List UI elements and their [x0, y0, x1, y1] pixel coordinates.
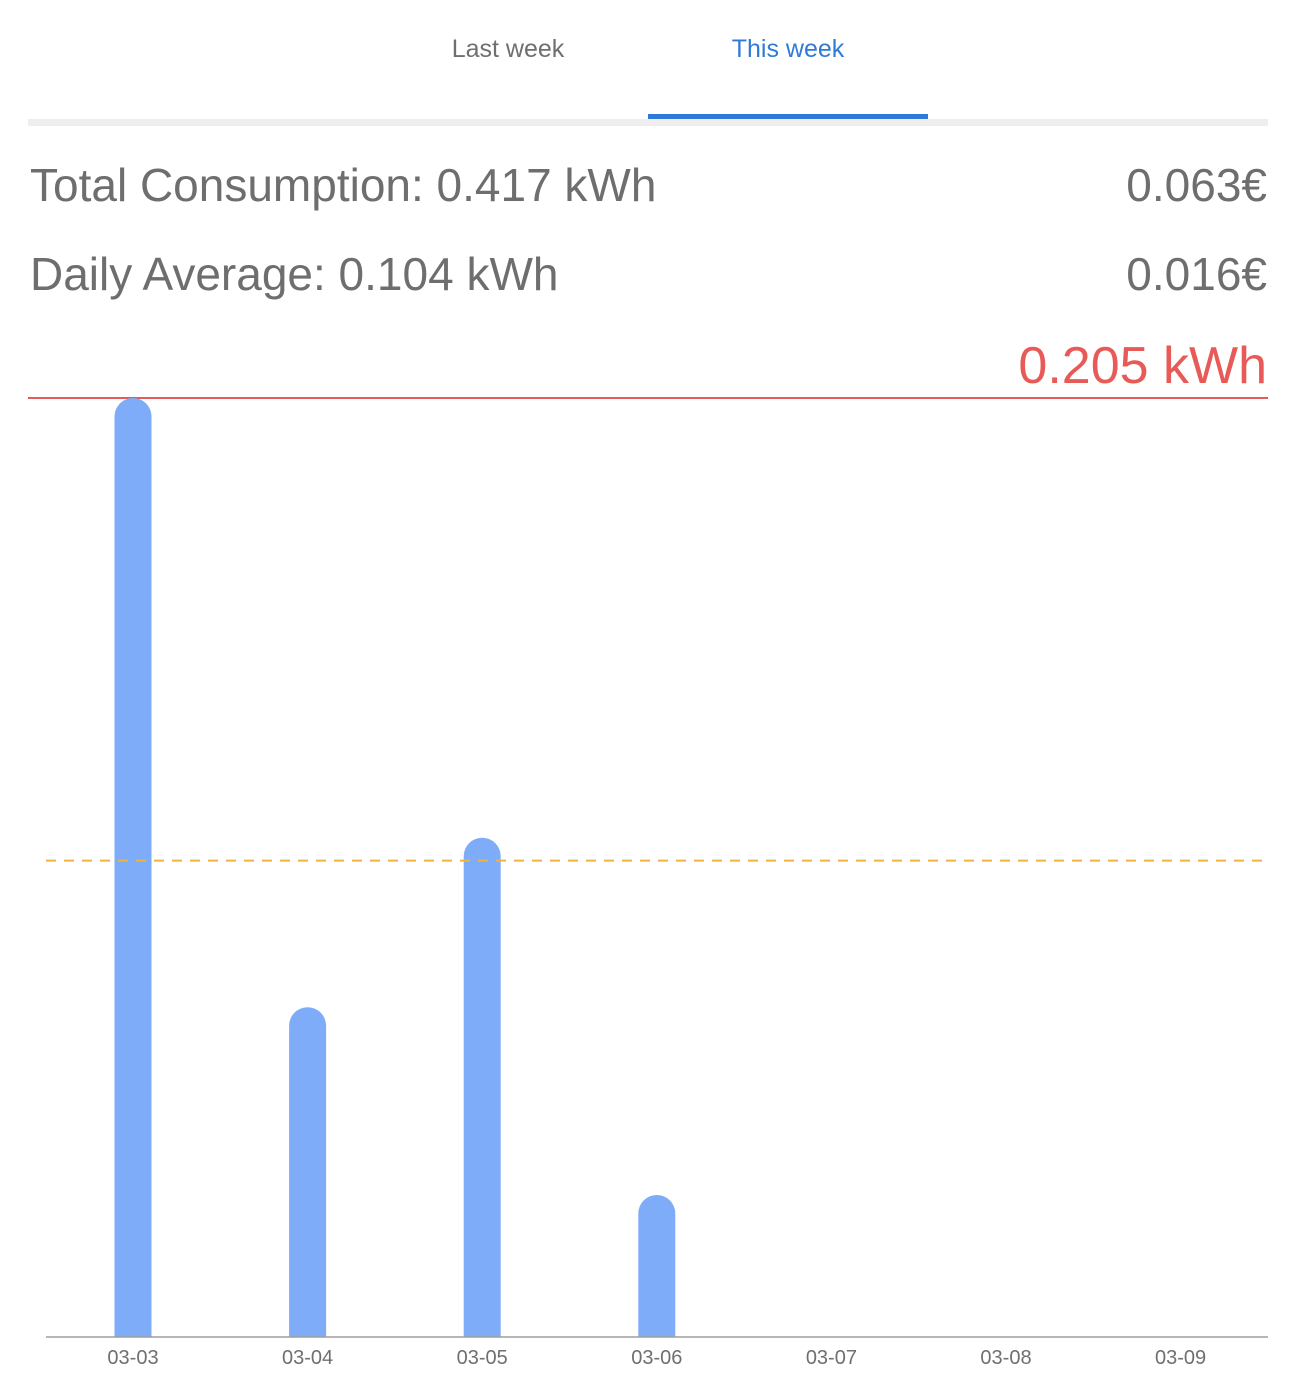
- x-tick-label: 03-07: [806, 1347, 857, 1369]
- x-tick-label: 03-09: [1155, 1347, 1206, 1369]
- x-tick-label: 03-08: [980, 1347, 1031, 1369]
- bar-03-05: [463, 837, 501, 1337]
- x-tick-label: 03-04: [282, 1347, 333, 1369]
- bar-03-03: [114, 398, 152, 1337]
- x-tick-label: 03-06: [631, 1347, 682, 1369]
- x-tick-label: 03-05: [457, 1347, 508, 1369]
- bar-03-04: [289, 1007, 327, 1337]
- consumption-bar-chart: 03-03 03-04 03-05 03-06 03-07 03-08 03-09: [28, 397, 1268, 1369]
- bar-03-06: [638, 1195, 676, 1337]
- x-tick-label: 03-03: [107, 1347, 158, 1369]
